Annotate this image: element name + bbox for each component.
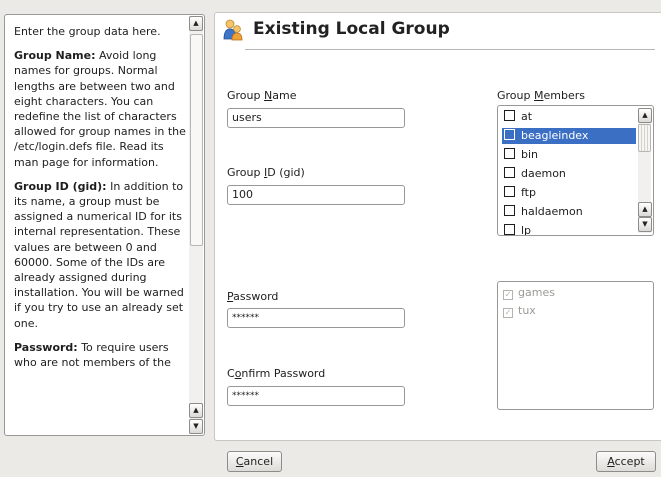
group-id-label-rest: D (gid) <box>267 166 305 179</box>
member-item[interactable]: at <box>502 109 636 125</box>
members-scrollbar[interactable]: ▲ ▲ ▼ <box>638 108 652 233</box>
member-checkbox[interactable] <box>504 148 515 159</box>
password-label: Password <box>227 290 278 303</box>
group-name-label-rest: ame <box>272 89 297 102</box>
group-id-field[interactable]: 100 <box>227 185 405 205</box>
cancel-button-accel: C <box>235 455 244 468</box>
member-item-selected[interactable]: beagleindex <box>502 128 636 144</box>
help-scroll-thumb[interactable] <box>190 34 203 246</box>
help-group-id: Group ID (gid): In addition to its name,… <box>14 179 186 331</box>
help-heading-group-id: Group ID (gid): <box>14 179 107 193</box>
confirm-password-label-rest: nfirm Password <box>241 367 326 380</box>
password-label-rest: assword <box>233 290 279 303</box>
member-label: haldaemon <box>521 205 583 218</box>
member-checkbox[interactable] <box>504 205 515 216</box>
cancel-button-label: ancel <box>243 455 274 468</box>
scroll-up-arrow-icon[interactable]: ▲ <box>638 108 652 123</box>
member-item[interactable]: lp <box>502 223 636 236</box>
group-members-label-rest: embers <box>543 89 586 102</box>
cancel-button[interactable]: Cancel <box>227 451 282 472</box>
group-name-label-text: Group <box>227 89 264 102</box>
member-label: bin <box>521 148 539 161</box>
extra-members-list: ✓ games ✓ tux <box>497 281 654 410</box>
confirm-password-field[interactable]: ****** <box>227 386 405 406</box>
accept-button-label: ccept <box>614 455 645 468</box>
help-scrollbar[interactable]: ▲ ▲ ▼ <box>189 16 203 434</box>
dialog-title: Existing Local Group <box>253 19 450 39</box>
help-group-name: Group Name: Avoid long names for groups.… <box>14 48 186 170</box>
extra-member-label: tux <box>518 304 536 317</box>
members-scroll-thumb[interactable] <box>638 124 651 152</box>
extra-member-item: ✓ games <box>503 286 555 300</box>
member-checkbox[interactable] <box>504 224 515 235</box>
help-panel: Enter the group data here. Group Name: A… <box>4 14 205 436</box>
extra-member-item: ✓ tux <box>503 304 536 318</box>
member-label: daemon <box>521 167 566 180</box>
group-name-field[interactable]: users <box>227 108 405 128</box>
group-id-label: Group ID (gid) <box>227 166 305 179</box>
scroll-up-arrow-icon[interactable]: ▲ <box>638 202 652 217</box>
help-heading-group-name: Group Name: <box>14 49 96 63</box>
password-field[interactable]: ****** <box>227 308 405 328</box>
group-users-icon <box>223 19 243 41</box>
checkmark-icon: ✓ <box>503 308 513 318</box>
member-label: at <box>521 110 533 123</box>
help-body-group-id: In addition to its name, a group must be… <box>14 179 184 330</box>
member-checkbox[interactable] <box>504 110 515 121</box>
group-name-label: Group Name <box>227 89 296 102</box>
scroll-up-arrow-icon[interactable]: ▲ <box>189 16 203 31</box>
title-divider <box>245 49 655 50</box>
member-item[interactable]: daemon <box>502 166 636 182</box>
member-checkbox[interactable] <box>504 129 515 140</box>
help-password: Password: To require users who are not m… <box>14 340 186 370</box>
member-label: ftp <box>521 186 536 199</box>
member-checkbox[interactable] <box>504 167 515 178</box>
member-item[interactable]: ftp <box>502 185 636 201</box>
confirm-password-label-text: C <box>227 367 235 380</box>
group-members-label-accel: M <box>534 89 544 102</box>
group-members-label-text: Group <box>497 89 534 102</box>
checkmark-icon: ✓ <box>503 290 513 300</box>
member-item[interactable]: haldaemon <box>502 204 636 220</box>
accept-button-accel: A <box>607 455 615 468</box>
help-text: Enter the group data here. Group Name: A… <box>14 24 186 379</box>
group-members-list[interactable]: at beagleindex bin daemon ftp haldaemon … <box>497 105 654 236</box>
member-item[interactable]: bin <box>502 147 636 163</box>
member-label: lp <box>521 224 532 236</box>
help-body-group-name: Avoid long names for groups. Normal leng… <box>14 49 186 169</box>
scroll-up-arrow-icon[interactable]: ▲ <box>189 403 203 418</box>
member-checkbox[interactable] <box>504 186 515 197</box>
member-label: beagleindex <box>521 129 589 142</box>
help-intro: Enter the group data here. <box>14 25 161 38</box>
help-heading-password: Password: <box>14 340 78 354</box>
group-name-label-accel: N <box>264 89 273 102</box>
group-members-label: Group Members <box>497 89 585 102</box>
extra-member-label: games <box>518 286 555 299</box>
confirm-password-label: Confirm Password <box>227 367 325 380</box>
accept-button[interactable]: Accept <box>596 451 656 472</box>
scroll-down-arrow-icon[interactable]: ▼ <box>638 217 652 232</box>
group-id-label-text: Group <box>227 166 264 179</box>
scroll-down-arrow-icon[interactable]: ▼ <box>189 419 203 434</box>
